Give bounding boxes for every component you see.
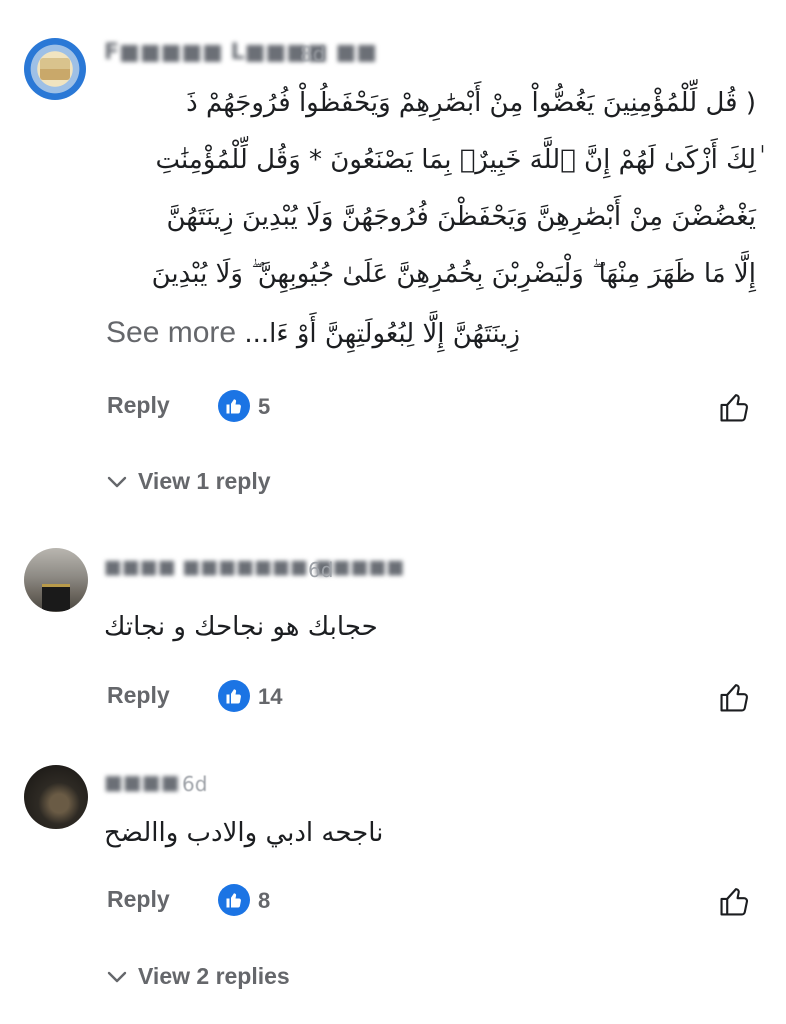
- comment-body-line: إِلَّا مَا ظَهَرَ مِنْهَا ۖ وَلْيَضْرِبْ…: [151, 259, 756, 289]
- thumbs-up-icon: [218, 884, 250, 916]
- avatar[interactable]: [24, 765, 88, 829]
- chevron-down-icon: [107, 476, 127, 487]
- comment-body-line: ( قُل لِّلْمُؤْمِنِينَ يَغُضُّواْ مِنْ أ…: [186, 88, 756, 118]
- like-count[interactable]: 14: [258, 684, 282, 710]
- reply-button[interactable]: Reply: [107, 392, 170, 419]
- comment-author[interactable]: F■■■■■ L■■■■ ■■: [104, 40, 377, 65]
- thumbs-up-outline-icon[interactable]: [718, 680, 754, 716]
- comment-body: ناجحه ادبي والادب واالضح: [104, 818, 384, 848]
- reply-button[interactable]: Reply: [107, 682, 170, 709]
- see-more-link[interactable]: See more: [106, 316, 236, 349]
- comment-author[interactable]: ■■■■ ■■■■■■■ ■■■■■: [104, 556, 404, 578]
- thumbs-up-icon: [218, 680, 250, 712]
- like-count[interactable]: 5: [258, 394, 270, 420]
- view-replies-label: View 1 reply: [138, 468, 271, 494]
- thumbs-up-outline-icon[interactable]: [718, 884, 754, 920]
- comment-timestamp: 6d: [182, 772, 208, 796]
- avatar[interactable]: [24, 548, 88, 612]
- comment-body-line: يَغْضُضْنَ مِنْ أَبْصَٰرِهِنَّ وَيَحْفَظ…: [166, 202, 756, 232]
- like-count[interactable]: 8: [258, 888, 270, 914]
- comment-author[interactable]: ■■■■: [104, 770, 180, 794]
- thumbs-up-icon: [218, 390, 250, 422]
- chevron-down-icon: [107, 971, 127, 982]
- comment-timestamp: 6d: [308, 558, 334, 582]
- view-replies-button[interactable]: View 1 reply: [106, 468, 271, 495]
- comment-body: حجابك هو نجاحك و نجاتك: [104, 612, 378, 642]
- view-replies-button[interactable]: View 2 replies: [106, 963, 290, 990]
- comment-timestamp: 8d: [300, 42, 326, 66]
- view-replies-label: View 2 replies: [138, 963, 290, 989]
- truncated-text: زِينَتَهُنَّ إِلَّا لِبُعُولَتِهِنَّ أَو…: [244, 319, 521, 349]
- comment-body-truncated: See more زِينَتَهُنَّ إِلَّا لِبُعُولَتِ…: [106, 316, 520, 350]
- comment-body-line: ٰلِكَ أَزْكَىٰ لَهُمْ إِنَّ ٱللَّهَ خَبِ…: [155, 145, 756, 175]
- reply-button[interactable]: Reply: [107, 886, 170, 913]
- thumbs-up-outline-icon[interactable]: [718, 390, 754, 426]
